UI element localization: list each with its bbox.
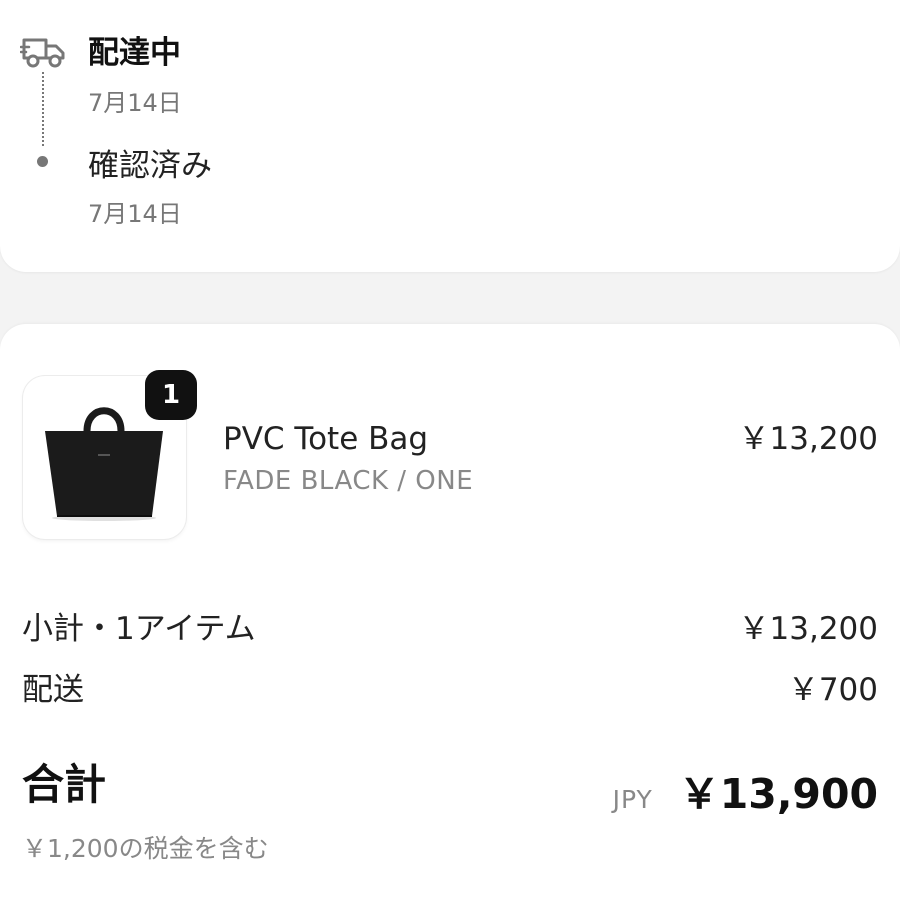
status-confirmed: 確認済み	[88, 148, 212, 184]
product-variant: FADE BLACK / ONE	[223, 466, 474, 496]
product-name[interactable]: PVC Tote Bag	[223, 420, 428, 458]
status-in-delivery: 配達中	[88, 35, 181, 71]
total-value: ￥13,900	[678, 770, 878, 818]
subtotal-label: 小計・1アイテム	[22, 611, 256, 647]
status-in-delivery-date: 7月14日	[88, 89, 182, 117]
shipping-label: 配送	[22, 672, 84, 708]
order-status-card: 配達中 7月14日 確認済み 7月14日	[0, 0, 900, 272]
subtotal-value: ￥13,200	[738, 611, 878, 647]
status-confirmed-date: 7月14日	[88, 200, 182, 228]
total-label: 合計	[22, 760, 107, 809]
timeline-connector	[42, 72, 44, 146]
shipping-value: ￥700	[787, 672, 878, 708]
tax-note: ￥1,200の税金を含む	[22, 834, 269, 863]
currency-code: JPY	[612, 785, 653, 814]
quantity-badge: 1	[145, 370, 197, 420]
timeline-dot-icon	[37, 156, 48, 167]
delivery-truck-icon	[20, 38, 65, 68]
product-price: ￥13,200	[738, 421, 878, 457]
total-amount-group: JPY ￥13,900	[613, 760, 878, 820]
